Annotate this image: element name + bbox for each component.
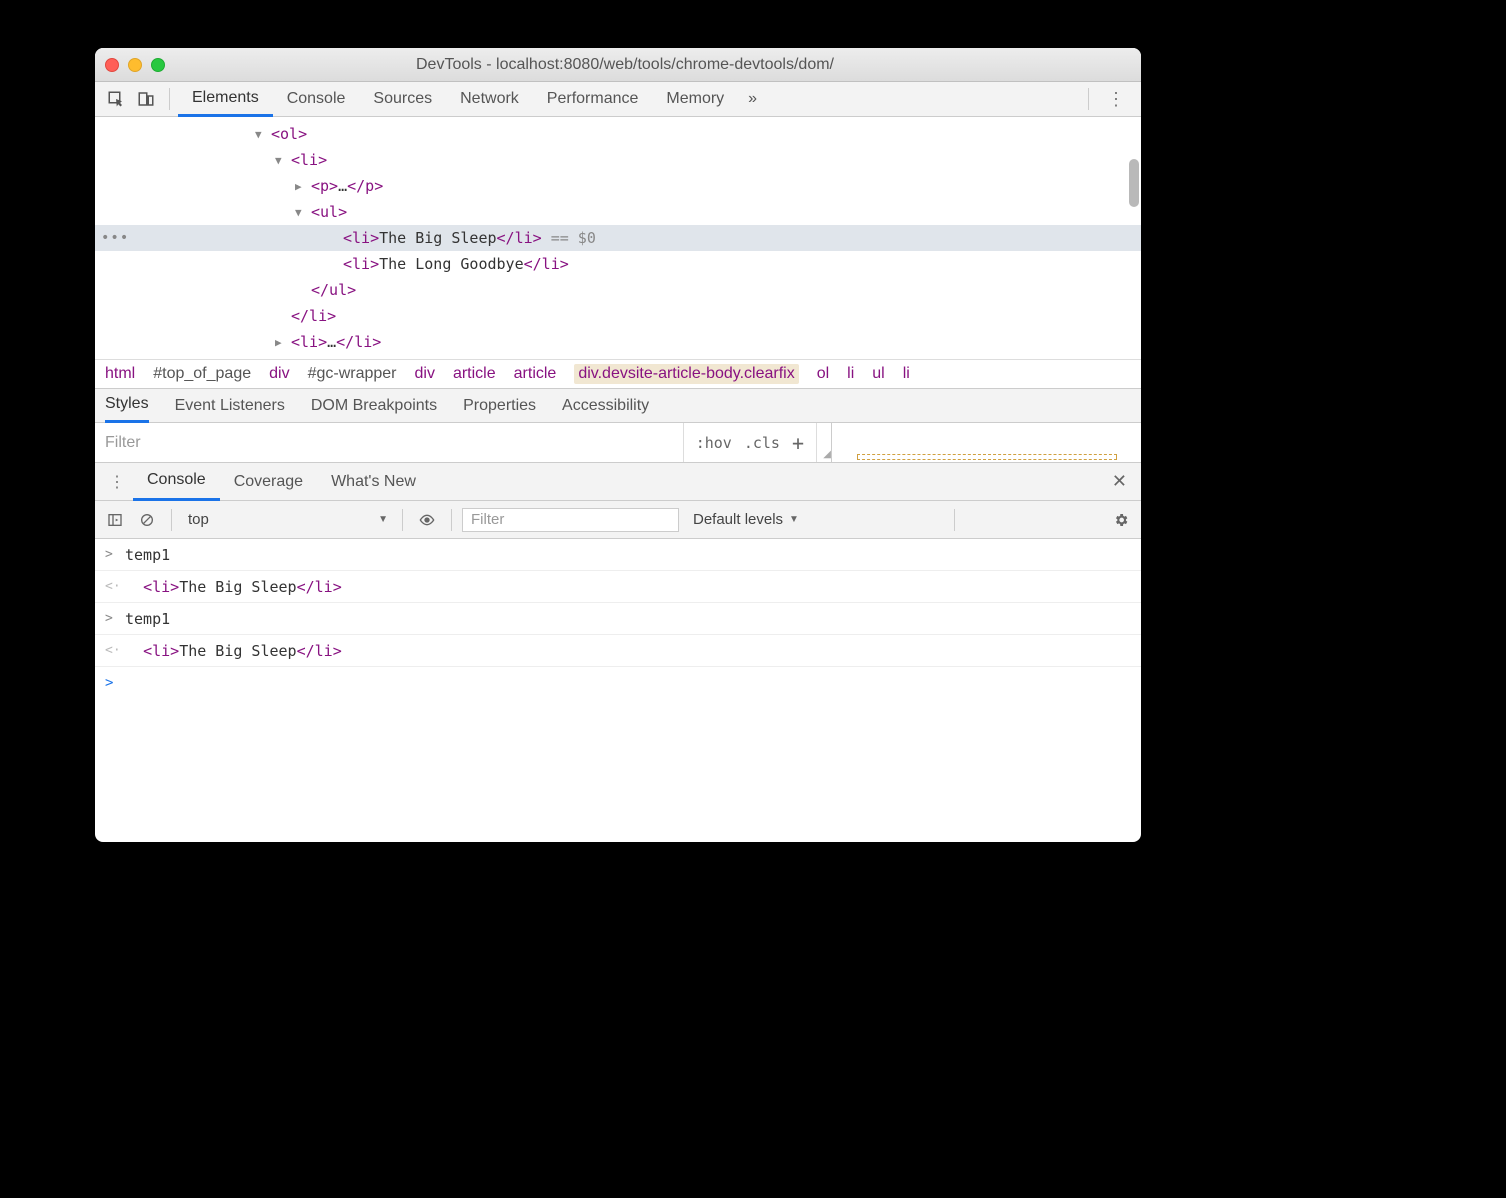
console-row[interactable]: > <box>95 667 1141 699</box>
resize-corner-icon[interactable]: ◢ <box>817 449 831 462</box>
inspect-element-icon[interactable] <box>101 84 131 114</box>
breadcrumb-item[interactable]: #gc-wrapper <box>308 365 397 383</box>
hov-toggle[interactable]: :hov <box>696 434 732 452</box>
new-style-rule-icon[interactable]: + <box>792 433 804 453</box>
more-menu-icon[interactable]: ⋮ <box>1097 89 1135 110</box>
input-chevron-icon: > <box>105 611 125 626</box>
styles-toggle-group: :hov .cls + <box>683 423 817 462</box>
expand-arrow-icon[interactable]: ▼ <box>255 128 269 141</box>
output-chevron-icon: <· <box>105 643 125 658</box>
separator <box>954 509 955 531</box>
execution-context-select[interactable]: top <box>182 507 392 533</box>
titlebar: DevTools - localhost:8080/web/tools/chro… <box>95 48 1141 82</box>
breadcrumb-item[interactable]: #top_of_page <box>153 365 251 383</box>
drawer-close-icon[interactable]: ✕ <box>1104 471 1135 492</box>
breadcrumb-item[interactable]: article <box>453 365 496 383</box>
devtools-window: DevTools - localhost:8080/web/tools/chro… <box>95 48 1141 842</box>
console-row[interactable]: <· <li>The Big Sleep</li> <box>95 571 1141 603</box>
breadcrumb-item[interactable]: html <box>105 365 135 383</box>
dom-node[interactable]: ▼<ol> <box>95 121 1141 147</box>
tabs-overflow-icon[interactable]: » <box>738 90 767 108</box>
breadcrumb-item[interactable]: div.devsite-article-body.clearfix <box>574 364 798 384</box>
dom-node[interactable]: ▶<p>…</p> <box>95 173 1141 199</box>
tab-memory[interactable]: Memory <box>652 82 738 117</box>
console-output[interactable]: >temp1<· <li>The Big Sleep</li>>temp1<· … <box>95 539 1141 699</box>
subtab-styles[interactable]: Styles <box>105 389 149 423</box>
breadcrumb-item[interactable]: div <box>269 365 289 383</box>
subtab-dom-breakpoints[interactable]: DOM Breakpoints <box>311 389 437 423</box>
breadcrumb-item[interactable]: div <box>415 365 435 383</box>
dom-node[interactable]: ▼<li> <box>95 147 1141 173</box>
expand-arrow-icon[interactable]: ▶ <box>295 180 309 193</box>
separator <box>169 88 170 110</box>
elements-dom-tree[interactable]: ▼<ol>▼<li>▶<p>…</p>▼<ul>•••<li>The Big S… <box>95 117 1141 359</box>
dom-node[interactable]: </ul> <box>95 277 1141 303</box>
output-chevron-icon: <· <box>105 579 125 594</box>
dom-node[interactable]: <li>The Long Goodbye</li> <box>95 251 1141 277</box>
console-settings-icon[interactable] <box>1107 506 1135 534</box>
box-model-preview <box>831 423 1141 462</box>
separator <box>171 509 172 531</box>
subtab-properties[interactable]: Properties <box>463 389 536 423</box>
expand-arrow-icon[interactable]: ▼ <box>295 206 309 219</box>
dom-node[interactable]: </li> <box>95 303 1141 329</box>
main-tabbar: ElementsConsoleSourcesNetworkPerformance… <box>95 82 1141 117</box>
elements-breadcrumb[interactable]: html #top_of_page div #gc-wrapper div article… <box>95 359 1141 389</box>
prompt-chevron-icon: > <box>105 675 125 691</box>
console-row[interactable]: <· <li>The Big Sleep</li> <box>95 635 1141 667</box>
console-row[interactable]: >temp1 <box>95 603 1141 635</box>
node-actions-icon[interactable]: ••• <box>101 230 129 246</box>
close-icon[interactable] <box>105 58 119 72</box>
device-toolbar-icon[interactable] <box>131 84 161 114</box>
breadcrumb-item[interactable]: li <box>903 365 910 383</box>
tab-sources[interactable]: Sources <box>359 82 446 117</box>
clear-console-icon[interactable] <box>133 506 161 534</box>
drawer-tab-coverage[interactable]: Coverage <box>220 463 317 501</box>
console-row[interactable]: >temp1 <box>95 539 1141 571</box>
expand-arrow-icon[interactable]: ▶ <box>275 336 289 349</box>
breadcrumb-item[interactable]: article <box>514 365 557 383</box>
subtab-accessibility[interactable]: Accessibility <box>562 389 649 423</box>
drawer-menu-icon[interactable]: ⋮ <box>101 472 133 492</box>
console-filter-input[interactable] <box>462 508 679 532</box>
window-title: DevTools - localhost:8080/web/tools/chro… <box>177 56 1073 74</box>
tab-network[interactable]: Network <box>446 82 533 117</box>
minimize-icon[interactable] <box>128 58 142 72</box>
drawer-tab-console[interactable]: Console <box>133 463 220 501</box>
separator <box>1088 88 1089 110</box>
console-sidebar-toggle-icon[interactable] <box>101 506 129 534</box>
styles-filter-row: :hov .cls + ◢ <box>95 423 1141 463</box>
breadcrumb-item[interactable]: ul <box>872 365 884 383</box>
dom-node[interactable]: •••<li>The Big Sleep</li> == $0 <box>95 225 1141 251</box>
live-expression-icon[interactable] <box>413 506 441 534</box>
margin-box-outline <box>857 454 1117 460</box>
styles-subtabs: Styles Event Listeners DOM Breakpoints Prop… <box>95 389 1141 423</box>
cls-toggle[interactable]: .cls <box>744 434 780 452</box>
drawer-tabbar: ⋮ ConsoleCoverageWhat's New ✕ <box>95 463 1141 501</box>
breadcrumb-item[interactable]: li <box>847 365 854 383</box>
styles-filter-input[interactable] <box>95 423 683 462</box>
expand-arrow-icon[interactable]: ▼ <box>275 154 289 167</box>
traffic-lights <box>105 58 165 72</box>
separator <box>402 509 403 531</box>
dom-node[interactable]: ▶<li>…</li> <box>95 329 1141 355</box>
tab-elements[interactable]: Elements <box>178 82 273 117</box>
drawer-tab-what-s-new[interactable]: What's New <box>317 463 430 501</box>
input-chevron-icon: > <box>105 547 125 562</box>
scrollbar-thumb[interactable] <box>1129 159 1139 207</box>
tab-console[interactable]: Console <box>273 82 360 117</box>
breadcrumb-item[interactable]: ol <box>817 365 829 383</box>
tab-performance[interactable]: Performance <box>533 82 653 117</box>
zoom-icon[interactable] <box>151 58 165 72</box>
dom-node[interactable]: ▼<ul> <box>95 199 1141 225</box>
subtab-event-listeners[interactable]: Event Listeners <box>175 389 285 423</box>
console-toolbar: top Default levels <box>95 501 1141 539</box>
log-levels-select[interactable]: Default levels <box>683 511 809 528</box>
separator <box>451 509 452 531</box>
